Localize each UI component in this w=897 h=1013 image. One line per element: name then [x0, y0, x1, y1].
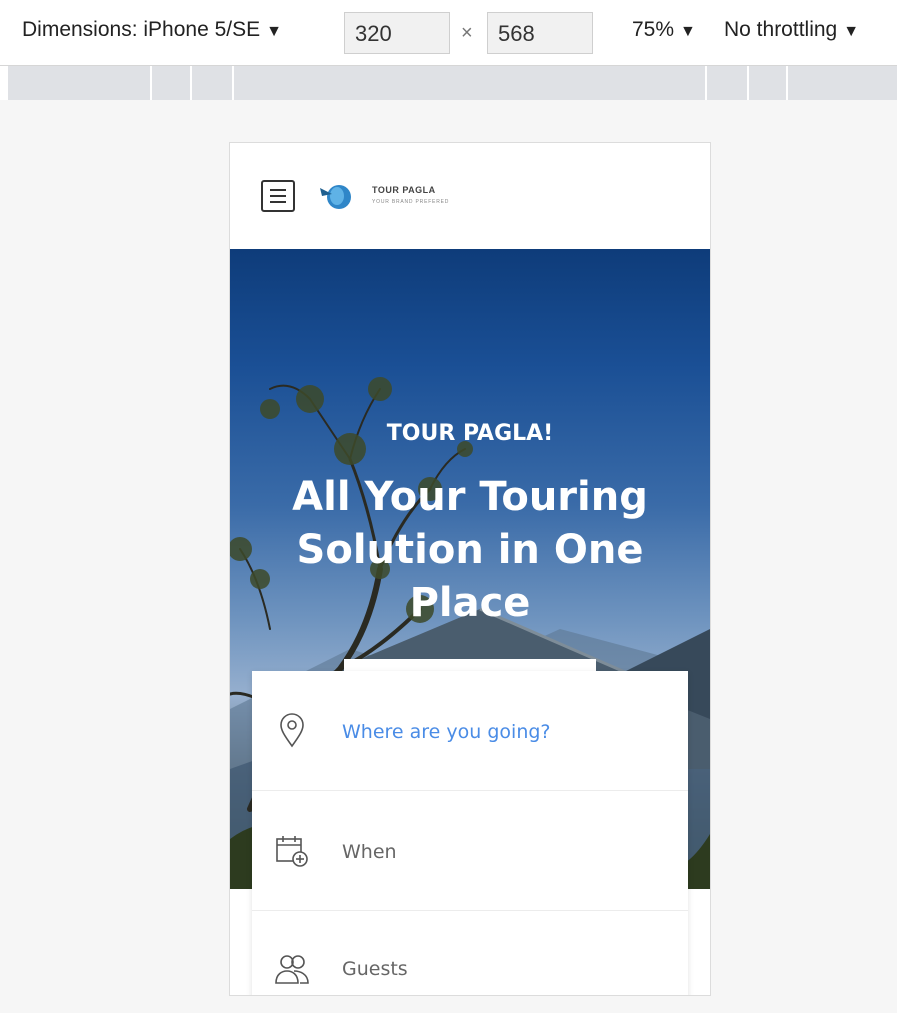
media-query-bar[interactable] [8, 66, 897, 100]
calendar-add-icon [276, 836, 308, 867]
guests-field[interactable]: Guests [252, 911, 688, 995]
ruler-divider [705, 66, 707, 100]
device-dropdown-label: Dimensions: iPhone 5/SE [22, 18, 261, 41]
ruler-divider [150, 66, 152, 100]
height-input[interactable]: 568 [487, 12, 593, 54]
chevron-down-icon: ▼ [680, 23, 696, 40]
chevron-down-icon: ▼ [843, 23, 860, 40]
brand-name: TOUR PAGLA [372, 185, 436, 195]
zoom-dropdown[interactable]: 75% ▼ [632, 18, 696, 42]
ruler-divider [190, 66, 192, 100]
chevron-down-icon: ▼ [266, 23, 282, 40]
menu-icon[interactable] [261, 180, 295, 212]
search-form: Where are you going? When Guests [252, 671, 688, 995]
width-input[interactable]: 320 [344, 12, 450, 54]
users-icon [275, 955, 309, 984]
throttling-label: No throttling [724, 18, 838, 41]
ruler-divider [786, 66, 788, 100]
ruler-divider [747, 66, 749, 100]
device-viewport: TOUR PAGLA YOUR BRAND PREFERED TOUR PAGL… [229, 142, 711, 996]
throttling-dropdown[interactable]: No throttling ▼ [724, 18, 859, 42]
when-label: When [342, 841, 397, 863]
guests-label: Guests [342, 958, 408, 980]
dimension-separator: × [461, 22, 473, 44]
hero-title: All Your Touring Solution in One Place [292, 474, 648, 626]
zoom-label: 75% [632, 18, 675, 41]
brand-tagline: YOUR BRAND PREFERED [372, 199, 450, 205]
where-field[interactable]: Where are you going? [252, 671, 688, 791]
ruler-divider [232, 66, 234, 100]
device-dropdown[interactable]: Dimensions: iPhone 5/SE ▼ [22, 18, 282, 42]
map-pin-icon [280, 713, 304, 748]
devtools-device-toolbar: Dimensions: iPhone 5/SE ▼ 320 × 568 75% ▼ … [0, 0, 897, 66]
site-header: TOUR PAGLA YOUR BRAND PREFERED [230, 143, 710, 249]
where-placeholder: Where are you going? [342, 721, 551, 743]
when-field[interactable]: When [252, 791, 688, 911]
globe-logo-icon[interactable] [318, 184, 354, 210]
hero-subtitle: TOUR PAGLA! [386, 421, 554, 446]
